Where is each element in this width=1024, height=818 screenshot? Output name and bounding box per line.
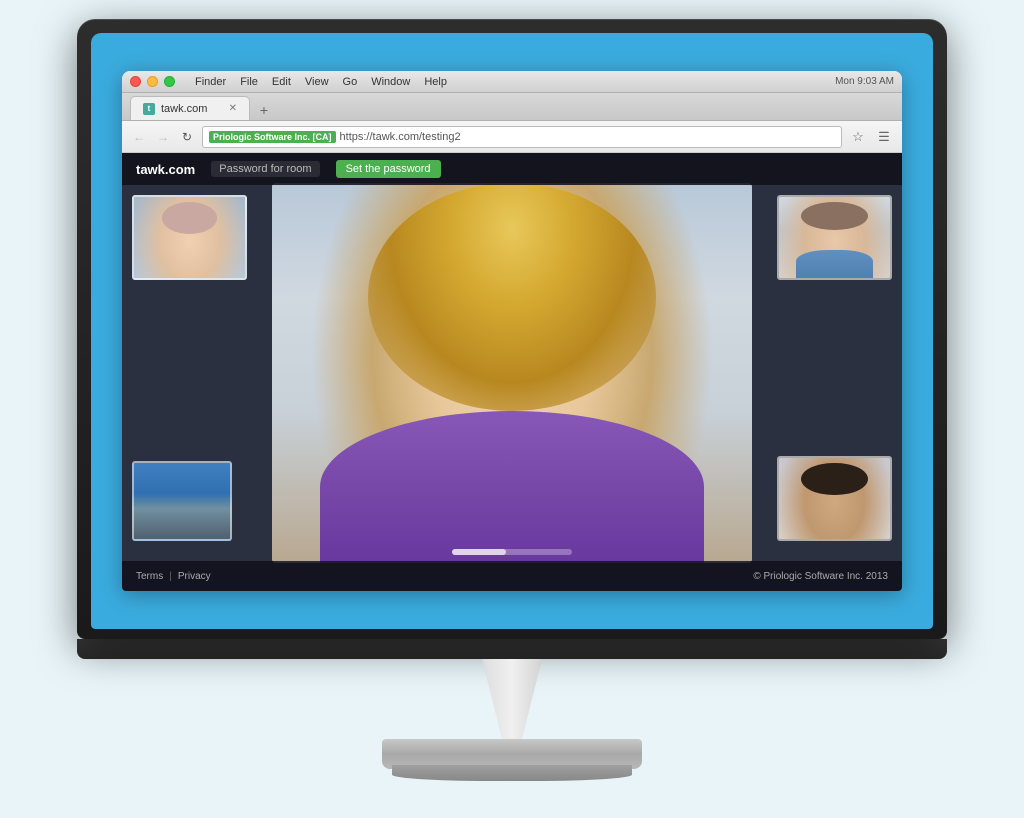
bookmark-icon[interactable]: ☆	[848, 127, 868, 147]
tawk-logo: tawk.com	[136, 162, 195, 177]
thumbnail-top-left	[132, 195, 247, 280]
video-progress-fill	[452, 549, 506, 555]
titlebar-menu: Finder File Edit View Go Window Help	[195, 76, 447, 88]
menu-edit[interactable]: Edit	[272, 76, 291, 88]
close-button[interactable]	[130, 76, 141, 87]
address-bar: ← → ↻ Priologic Software Inc. [CA] https…	[122, 121, 902, 153]
thumbnail-bottom-right	[777, 456, 892, 541]
browser-window: Finder File Edit View Go Window Help Mon…	[122, 71, 902, 591]
monitor-chin	[77, 639, 947, 659]
footer-privacy[interactable]: Privacy	[178, 571, 211, 582]
clock: Mon 9:03 AM	[835, 76, 894, 87]
maximize-button[interactable]	[164, 76, 175, 87]
browser-tab[interactable]: t tawk.com ✕	[130, 96, 250, 120]
titlebar: Finder File Edit View Go Window Help Mon…	[122, 71, 902, 93]
thumbnail-bottom-left	[132, 461, 232, 541]
participant-thumb-3	[779, 458, 890, 539]
minimize-button[interactable]	[147, 76, 158, 87]
footer-terms[interactable]: Terms	[136, 571, 163, 582]
address-field[interactable]: Priologic Software Inc. [CA] https://taw…	[202, 126, 842, 148]
thumbnail-top-right	[777, 195, 892, 280]
menu-help[interactable]: Help	[424, 76, 447, 88]
participant-thumb-1	[134, 197, 245, 278]
menu-finder[interactable]: Finder	[195, 76, 226, 88]
monitor-bezel: Finder File Edit View Go Window Help Mon…	[91, 33, 933, 629]
video-area	[122, 185, 902, 561]
tab-label: tawk.com	[161, 103, 207, 115]
reload-button[interactable]: ↻	[178, 128, 196, 146]
tab-bar: t tawk.com ✕ +	[122, 93, 902, 121]
main-participant	[272, 183, 752, 563]
monitor-wrapper: Finder File Edit View Go Window Help Mon…	[77, 19, 947, 799]
screen-blue-bg: Finder File Edit View Go Window Help Mon…	[91, 33, 933, 629]
menu-go[interactable]: Go	[343, 76, 358, 88]
new-tab-button[interactable]: +	[254, 100, 274, 120]
password-room-label: Password for room	[211, 161, 319, 177]
tab-close-icon[interactable]: ✕	[229, 103, 237, 114]
address-right-icons: ☆ ☰	[848, 127, 894, 147]
footer-copyright: © Priologic Software Inc. 2013	[753, 571, 888, 582]
menu-file[interactable]: File	[240, 76, 258, 88]
menu-view[interactable]: View	[305, 76, 329, 88]
menu-icon[interactable]: ☰	[874, 127, 894, 147]
address-text: https://tawk.com/testing2	[340, 131, 461, 143]
set-password-button[interactable]: Set the password	[336, 160, 441, 178]
website-content: tawk.com Password for room Set the passw…	[122, 153, 902, 591]
forward-button[interactable]: →	[154, 128, 172, 146]
video-progress-bar	[452, 549, 572, 555]
traffic-lights	[130, 76, 175, 87]
main-video	[272, 183, 752, 563]
menu-window[interactable]: Window	[371, 76, 410, 88]
back-button[interactable]: ←	[130, 128, 148, 146]
ssl-badge: Priologic Software Inc. [CA]	[209, 131, 336, 143]
tab-favicon: t	[143, 103, 155, 115]
stand-neck	[462, 659, 562, 739]
footer-left: Terms | Privacy	[136, 571, 211, 582]
monitor-base	[77, 639, 947, 781]
stand-base-bottom	[392, 765, 632, 781]
monitor-outer: Finder File Edit View Go Window Help Mon…	[77, 19, 947, 639]
tawk-header: tawk.com Password for room Set the passw…	[122, 153, 902, 185]
footer-separator: |	[169, 571, 172, 582]
website-footer: Terms | Privacy © Priologic Software Inc…	[122, 561, 902, 591]
participant-thumb-2	[779, 197, 890, 278]
